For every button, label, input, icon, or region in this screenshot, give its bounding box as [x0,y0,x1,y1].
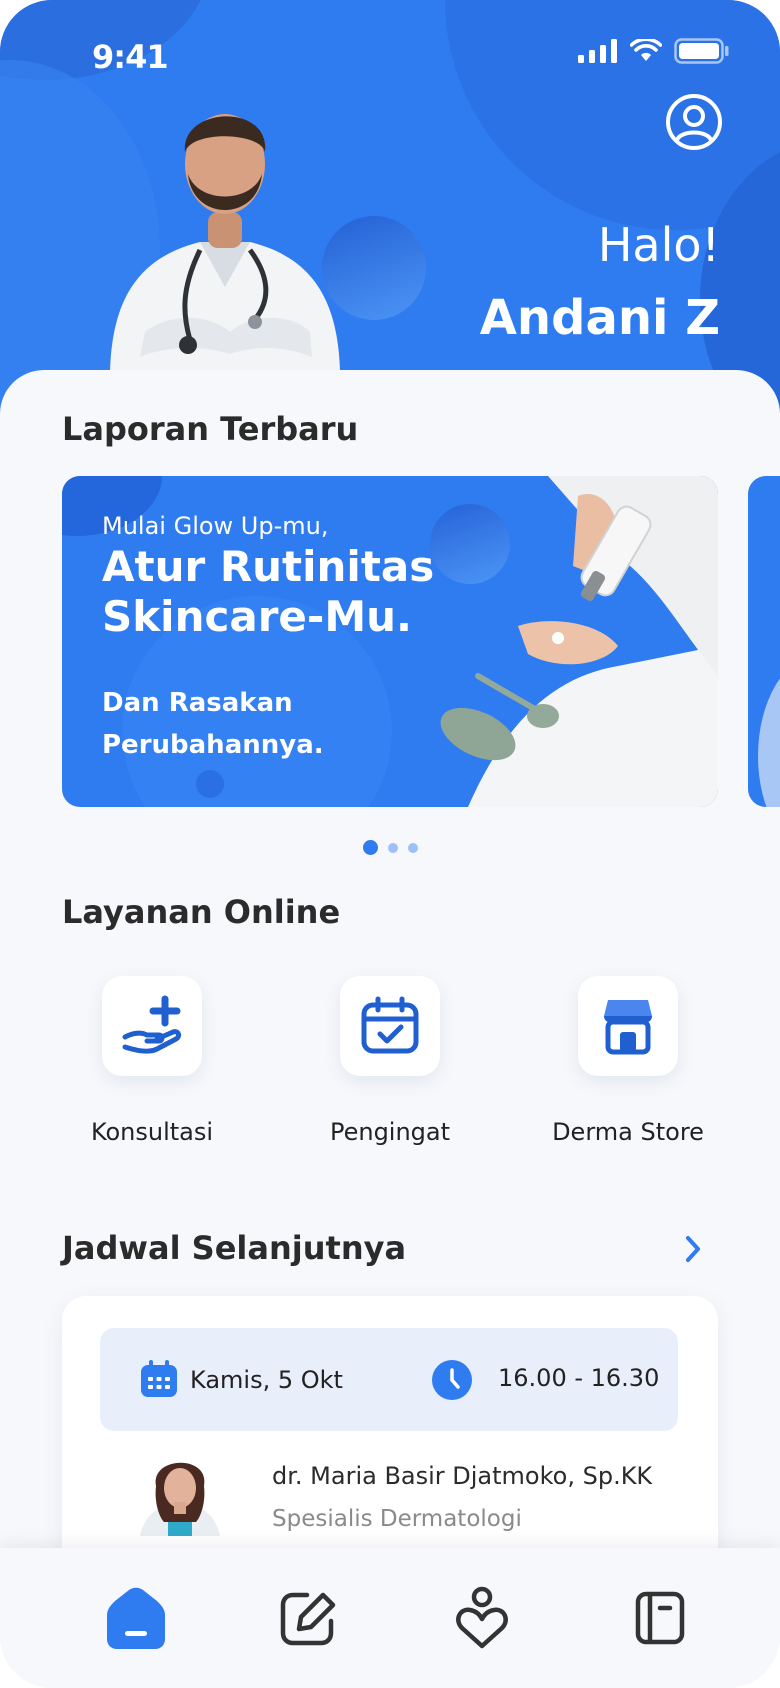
doctor-specialty: Spesialis Dermatologi [272,1506,522,1532]
schedule-section-title: Jadwal Selanjutnya [62,1229,407,1267]
hand-plus-icon [122,995,182,1054]
book-icon [635,1591,685,1645]
battery-icon [674,38,729,64]
store-icon [604,1000,652,1055]
service-konsultasi-button[interactable] [102,976,202,1076]
decor-bubble [196,770,224,798]
banner-subline: Dan Rasakan Perubahannya. [102,688,324,760]
doctor-illustration [110,114,340,372]
status-icons [578,38,730,64]
person-heart-icon [456,1586,508,1649]
decor-blob [445,0,780,230]
bottom-navigation [0,1548,780,1688]
profile-icon[interactable] [665,93,723,151]
doctor-avatar [140,1462,220,1536]
nav-home[interactable] [96,1578,176,1658]
user-name: Andani Z [479,290,720,346]
next-banner-peek[interactable] [748,476,780,807]
chevron-right-icon[interactable] [678,1232,708,1266]
banner-headline: Atur Rutinitas Skincare-Mu. [102,542,435,641]
home-screen: 9:41 Halo! Andani Z Laporan Terbaru Mula… [0,0,780,1688]
services-section-title: Layanan Online [62,893,341,931]
banner-kicker: Mulai Glow Up-mu, [102,512,329,540]
reports-section-title: Laporan Terbaru [62,410,359,448]
carousel-dot[interactable] [387,842,398,853]
service-pengingat-button[interactable] [340,976,440,1076]
calendar-check-icon [361,996,419,1054]
status-time: 9:41 [92,38,169,76]
service-derma-store-button[interactable] [578,976,678,1076]
nav-health[interactable] [442,1578,522,1658]
status-bar: 9:41 [92,38,730,78]
service-label: Konsultasi [90,1118,214,1146]
signal-icon [578,39,617,63]
nav-journal[interactable] [620,1578,700,1658]
carousel-dot[interactable] [407,842,418,853]
service-label: Pengingat [329,1118,451,1146]
doctor-name: dr. Maria Basir Djatmoko, Sp.KK [272,1462,653,1490]
calendar-icon [141,1360,177,1397]
wifi-icon [630,39,662,61]
carousel-dot[interactable] [362,840,378,855]
home-icon [107,1587,165,1649]
promo-banner[interactable]: Mulai Glow Up-mu, Atur Rutinitas Skincar… [62,476,718,807]
schedule-summary: Kamis, 5 Okt 16.00 - 16.30 [100,1328,678,1431]
hero-header: 9:41 Halo! Andani Z [0,0,780,420]
service-label: Derma Store [552,1118,704,1146]
greeting-text: Halo! [597,218,720,272]
edit-icon [280,1592,336,1646]
clock-icon [432,1360,472,1400]
decor-blob [758,656,780,807]
carousel-indicator [0,840,780,855]
nav-notes[interactable] [268,1578,348,1658]
schedule-time: 16.00 - 16.30 [498,1364,660,1392]
schedule-date: Kamis, 5 Okt [190,1366,343,1394]
